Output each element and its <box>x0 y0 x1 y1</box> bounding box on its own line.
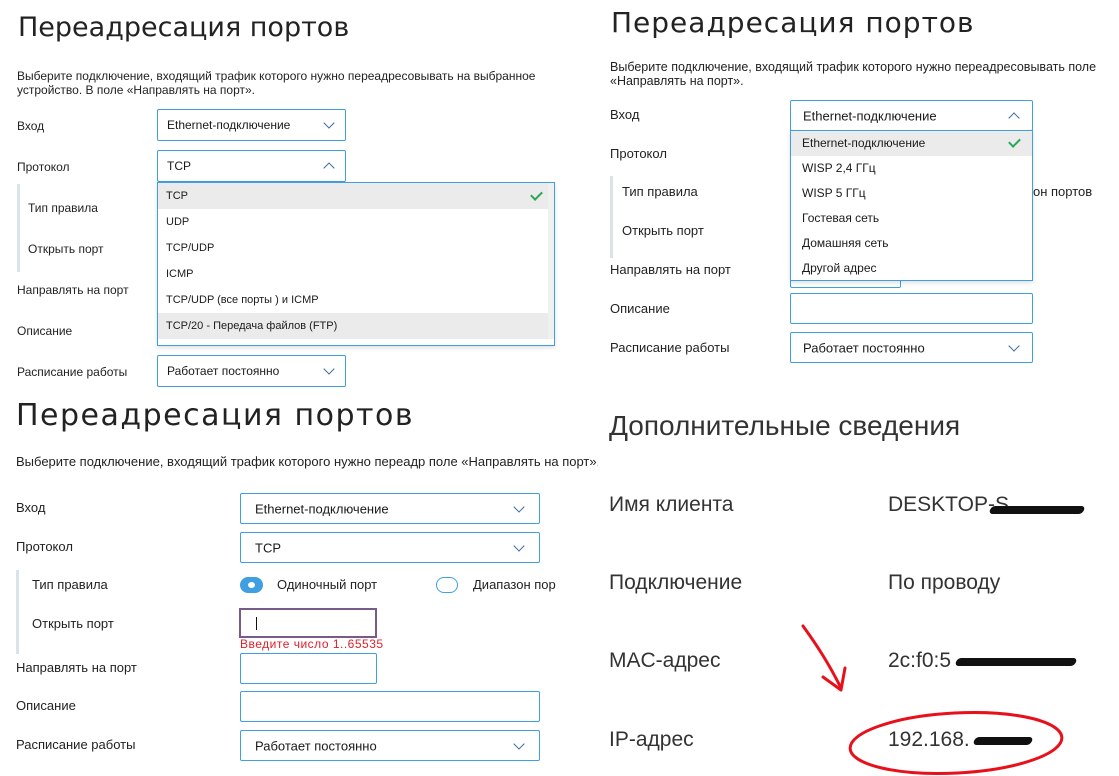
protocol-select-value: TCP <box>167 159 191 173</box>
radio-single-port-label: Одиночный порт <box>277 577 378 592</box>
comment-label: Описание <box>610 301 670 316</box>
input-select-value: Ethernet-подключение <box>803 108 937 123</box>
comment-label: Описание <box>17 324 73 338</box>
radio-dot <box>248 582 255 588</box>
rule-type-label: Тип правила <box>622 184 698 199</box>
input-label: Вход <box>610 107 640 122</box>
red-circle-annotation <box>848 711 1064 775</box>
red-arrow-annotation <box>801 624 847 692</box>
check-icon <box>1008 135 1021 148</box>
dropdown-option[interactable]: UDP <box>158 209 554 235</box>
check-icon <box>530 188 543 201</box>
input-dropdown-menu: Ethernet-подключение WISP 2,4 ГГц WISP 5… <box>790 130 1033 281</box>
chevron-down-icon <box>513 500 525 513</box>
rule-group-line <box>17 184 20 272</box>
protocol-label: Протокол <box>610 146 667 161</box>
dropdown-option[interactable]: TCP/UDP <box>158 235 554 261</box>
annotation-overlay <box>801 624 1064 775</box>
schedule-label: Расписание работы <box>16 737 136 752</box>
open-port-label: Открыть порт <box>622 223 704 238</box>
protocol-select[interactable]: TCP <box>240 532 540 563</box>
page-description: Выберите подключение, входящий трафик ко… <box>17 69 536 97</box>
input-select[interactable]: Ethernet-подключение <box>157 109 346 141</box>
forward-port-label: Направлять на порт <box>610 262 731 277</box>
dropdown-option[interactable]: TCP/UDP (все порты ) и ICMP <box>158 287 554 313</box>
page-title: Переадресация портов <box>16 398 415 433</box>
open-port-input[interactable] <box>239 608 377 638</box>
input-select-value: Ethernet-подключение <box>255 501 389 516</box>
dropdown-option[interactable]: WISP 2,4 ГГц <box>791 156 1032 181</box>
port-forwarding-panel-1: Переадресация портов Выберите подключени… <box>0 0 600 392</box>
chevron-up-icon <box>323 162 335 174</box>
page-title: Переадресация портов <box>18 12 350 43</box>
schedule-select[interactable]: Работает постоянно <box>157 355 346 387</box>
rule-type-label: Тип правила <box>32 577 108 592</box>
protocol-label: Протокол <box>17 160 70 174</box>
range-port-label-partial: он портов <box>1033 184 1093 199</box>
schedule-select-value: Работает постоянно <box>255 738 377 753</box>
protocol-select[interactable]: TCP <box>157 150 346 182</box>
schedule-label: Расписание работы <box>17 365 128 379</box>
schedule-select[interactable]: Работает постоянно <box>240 730 540 761</box>
protocol-dropdown-menu: TCP UDP TCP/UDP ICMP TCP/UDP (все порты … <box>157 182 555 346</box>
dropdown-option[interactable]: Домашняя сеть <box>791 231 1032 256</box>
open-port-label: Открыть порт <box>28 242 104 256</box>
dropdown-option[interactable]: Другой адрес <box>791 256 1032 281</box>
page-description: Выберите подключение, входящий трафик ко… <box>16 454 598 469</box>
input-select-value: Ethernet-подключение <box>167 118 291 132</box>
schedule-select-value: Работает постоянно <box>803 340 925 355</box>
radio-range-port[interactable] <box>436 577 458 593</box>
rule-group-line <box>610 176 613 258</box>
additional-info-panel: Дополнительные сведения Имя клиента DESK… <box>598 392 1119 776</box>
dropdown-scrollbar[interactable] <box>548 183 554 339</box>
chevron-down-icon <box>1008 339 1020 352</box>
dropdown-option[interactable]: TCP/20 - Передача файлов (FTP) <box>158 313 554 339</box>
dropdown-option[interactable]: Ethernet-подключение <box>791 131 1032 156</box>
port-forwarding-panel-2: Переадресация портов Выберите подключени… <box>600 0 1119 392</box>
protocol-select-value: TCP <box>255 540 281 555</box>
dropdown-option[interactable]: ICMP <box>158 261 554 287</box>
open-port-label: Открыть порт <box>32 616 114 631</box>
chevron-down-icon <box>513 737 525 750</box>
input-select[interactable]: Ethernet-подключение <box>240 493 540 524</box>
schedule-label: Расписание работы <box>610 340 730 355</box>
forward-port-label: Направлять на порт <box>16 660 137 675</box>
comment-label: Описание <box>16 698 76 713</box>
radio-single-port[interactable] <box>240 577 263 593</box>
schedule-select-value: Работает постоянно <box>167 364 280 378</box>
rule-type-label: Тип правила <box>28 201 98 215</box>
input-label: Вход <box>17 119 45 133</box>
input-label: Вход <box>16 500 46 515</box>
chevron-down-icon <box>513 539 525 552</box>
port-forwarding-panel-3: Переадресация портов Выберите подключени… <box>0 392 598 776</box>
text-cursor <box>256 617 257 630</box>
input-select[interactable]: Ethernet-подключение <box>790 100 1033 131</box>
protocol-label: Протокол <box>16 539 73 554</box>
comment-input[interactable] <box>790 293 1033 324</box>
page-description: Выберите подключение, входящий трафик ко… <box>610 60 1097 88</box>
chevron-up-icon <box>1008 111 1020 124</box>
dropdown-option[interactable]: TCP <box>158 183 554 209</box>
forward-port-label: Направлять на порт <box>17 283 129 297</box>
rule-group-line <box>16 570 19 654</box>
schedule-select[interactable]: Работает постоянно <box>790 332 1033 363</box>
comment-input[interactable] <box>240 691 540 722</box>
chevron-down-icon <box>323 363 335 375</box>
dropdown-option[interactable]: Гостевая сеть <box>791 206 1032 231</box>
chevron-down-icon <box>323 117 335 129</box>
open-port-error: Введите число 1..65535 <box>240 637 384 651</box>
forward-port-input[interactable] <box>240 653 377 684</box>
radio-range-port-label: Диапазон пор <box>473 577 556 592</box>
page-title: Переадресация портов <box>611 6 975 39</box>
dropdown-option[interactable]: WISP 5 ГГц <box>791 181 1032 206</box>
